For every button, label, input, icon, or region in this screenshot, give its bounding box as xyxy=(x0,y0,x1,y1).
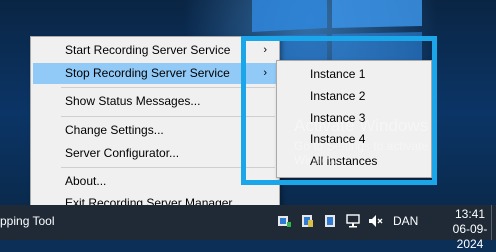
menu-item-label: Stop Recording Server Service xyxy=(65,66,230,80)
server-icon[interactable] xyxy=(322,213,338,229)
show-desktop-button[interactable] xyxy=(491,205,496,240)
taskbar-app-snipping-tool[interactable]: pping Tool xyxy=(0,205,55,240)
speaker-muted-icon[interactable] xyxy=(367,213,383,229)
menu-separator xyxy=(61,87,275,88)
chevron-right-icon: › xyxy=(263,44,267,56)
submenu-item-instance-3[interactable]: Instance 3 xyxy=(279,107,429,129)
menu-item-start-recording[interactable]: Start Recording Server Service › xyxy=(33,40,277,61)
menu-item-label: Show Status Messages... xyxy=(65,94,201,108)
menu-separator xyxy=(61,167,275,168)
menu-item-server-configurator[interactable]: Server Configurator... xyxy=(33,143,277,164)
submenu-item-instance-4[interactable]: Instance 4 xyxy=(279,128,429,150)
submenu-item-label: Instance 3 xyxy=(310,111,366,125)
taskbar-app-label: pping Tool xyxy=(0,214,55,228)
menu-item-show-status[interactable]: Show Status Messages... xyxy=(33,91,277,112)
submenu-item-label: All instances xyxy=(310,154,378,168)
stop-recording-submenu: Instance 1 Instance 2 Instance 3 Instanc… xyxy=(276,60,432,178)
milestone-icon[interactable] xyxy=(299,213,315,229)
menu-separator xyxy=(61,116,275,117)
chevron-right-icon: › xyxy=(263,67,267,79)
clock-time: 13:41 xyxy=(454,207,486,221)
submenu-item-instance-2[interactable]: Instance 2 xyxy=(279,85,429,107)
menu-item-about[interactable]: About... xyxy=(33,171,277,192)
menu-item-change-settings[interactable]: Change Settings... xyxy=(33,120,277,141)
menu-item-stop-recording[interactable]: Stop Recording Server Service › xyxy=(33,63,277,84)
menu-item-label: Start Recording Server Service xyxy=(65,43,231,57)
submenu-item-all-instances[interactable]: All instances xyxy=(279,150,429,172)
menu-item-label: Change Settings... xyxy=(65,123,164,137)
context-menu: Start Recording Server Service › Stop Re… xyxy=(30,36,280,218)
submenu-item-instance-1[interactable]: Instance 1 xyxy=(279,63,429,85)
menu-item-label: Server Configurator... xyxy=(65,146,180,160)
taskbar: pping Tool DAN 13:41 06-09-2024 xyxy=(0,205,496,251)
menu-item-label: About... xyxy=(65,174,107,188)
submenu-item-label: Instance 1 xyxy=(310,67,366,81)
submenu-item-label: Instance 2 xyxy=(310,89,366,103)
clock-date: 06-09-2024 xyxy=(452,222,488,251)
submenu-item-label: Instance 4 xyxy=(310,132,366,146)
network-icon[interactable] xyxy=(345,213,361,229)
input-language-indicator[interactable]: DAN xyxy=(393,205,418,237)
taskbar-clock[interactable]: 13:41 06-09-2024 xyxy=(444,207,496,252)
recording-server-icon[interactable] xyxy=(276,213,292,229)
